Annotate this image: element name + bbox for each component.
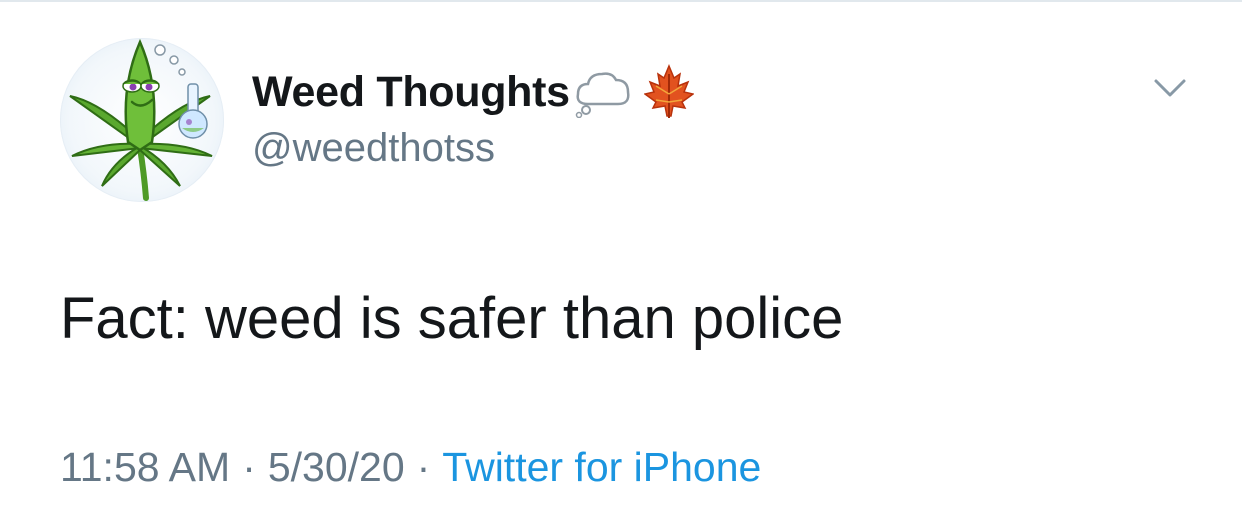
tweet-time[interactable]: 11:58 AM [60,444,230,491]
author-handle[interactable]: @weedthotss [252,126,495,171]
tweet-date[interactable]: 5/30/20 [268,444,405,491]
top-divider [0,0,1242,2]
meta-separator: · [416,444,431,490]
tweet-text: Fact: weed is safer than police [60,286,844,351]
tweet-meta: 11:58 AM · 5/30/20 · Twitter for iPhone [60,444,761,491]
author-display-name[interactable]: Weed Thoughts [252,68,570,117]
avatar[interactable] [60,38,224,202]
chevron-down-icon[interactable] [1150,68,1190,108]
thought-balloon-icon [574,68,632,123]
meta-separator: · [242,444,256,490]
author-name-row[interactable]: Weed Thoughts [252,63,695,123]
maple-leaf-icon [643,63,695,125]
cannabis-leaf-icon [69,38,213,201]
tweet-source-link[interactable]: Twitter for iPhone [442,444,761,491]
